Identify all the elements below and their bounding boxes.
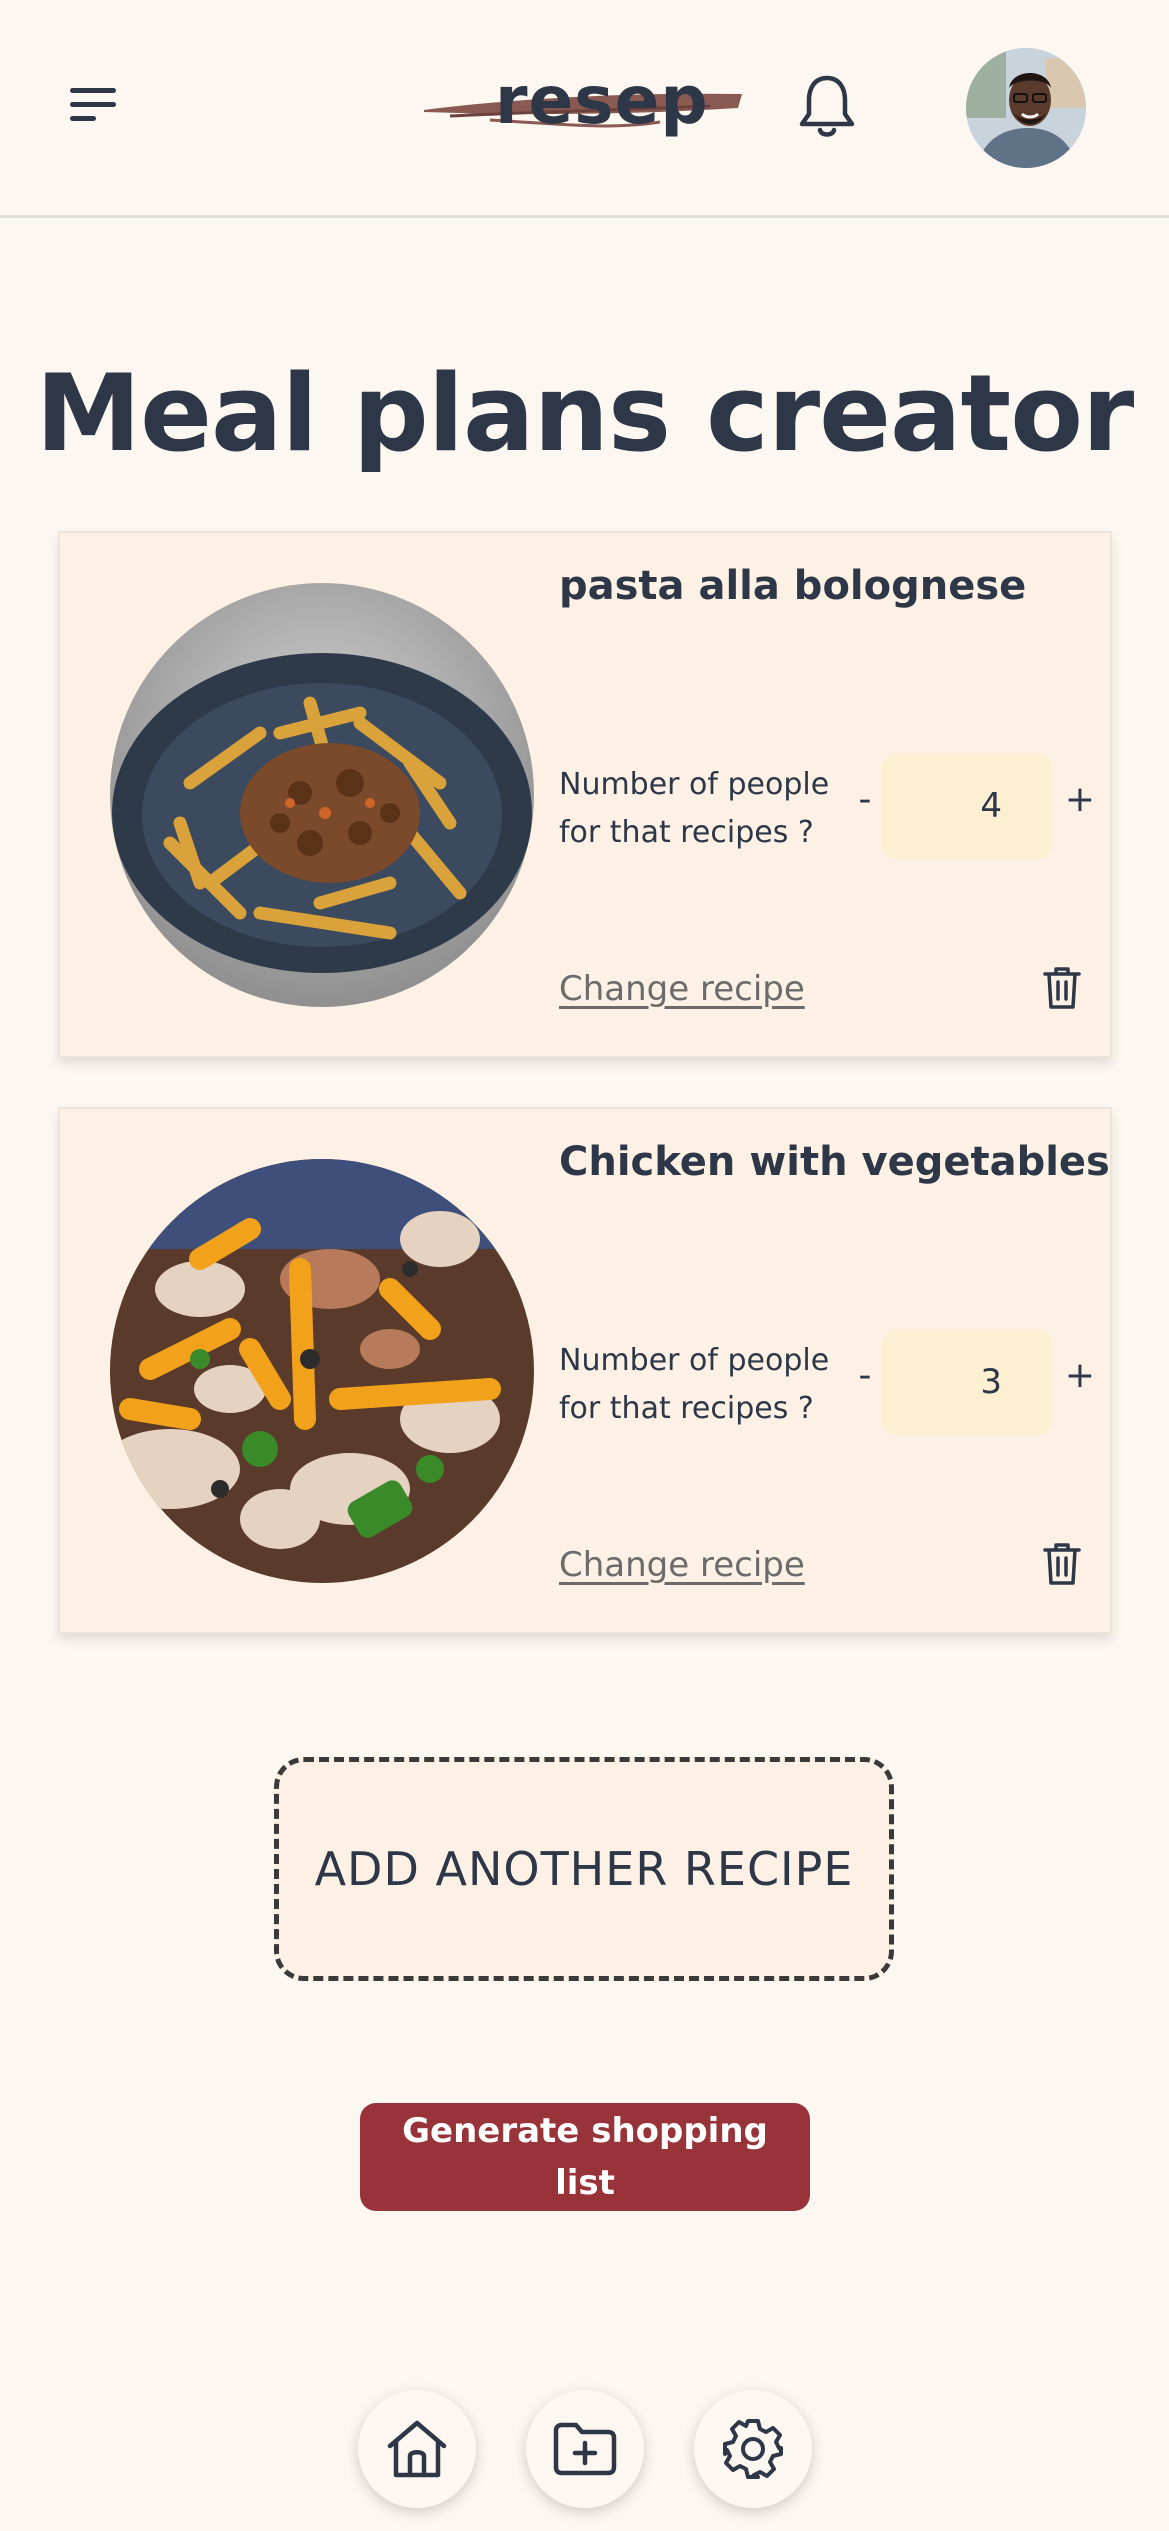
nav-settings-button[interactable] [694, 2390, 812, 2508]
menu-icon-line [70, 102, 116, 107]
change-recipe-link[interactable]: Change recipe [559, 969, 805, 1009]
generate-shopping-list-button[interactable]: Generate shopping list [360, 2103, 810, 2211]
people-count-input[interactable] [882, 1329, 1052, 1435]
home-icon [387, 2420, 447, 2478]
recipe-image [110, 583, 534, 1007]
logo-text: resep [495, 62, 709, 139]
nav-home-button[interactable] [358, 2390, 476, 2508]
notifications-button[interactable] [798, 72, 856, 140]
people-count-label: Number of people for that recipes ? [559, 1343, 830, 1426]
logo[interactable]: resep [420, 60, 750, 150]
recipe-title: pasta alla bolognese [559, 563, 1027, 609]
folder-plus-icon [553, 2422, 617, 2476]
pasta-bolognese-photo [110, 583, 534, 1007]
decrease-people-button[interactable]: - [850, 1355, 880, 1396]
recipe-card: Chicken with vegetables Number of people… [58, 1107, 1112, 1634]
people-count-label: Number of people for that recipes ? [559, 767, 830, 850]
user-avatar[interactable] [966, 48, 1086, 168]
decrease-people-button[interactable]: - [850, 779, 880, 820]
bell-icon [799, 75, 855, 137]
increase-people-button[interactable]: + [1062, 779, 1098, 820]
trash-icon [1043, 1543, 1081, 1585]
nav-add-folder-button[interactable] [526, 2390, 644, 2508]
page-title: Meal plans creator [35, 352, 1135, 475]
menu-icon-line [70, 116, 96, 121]
menu-button[interactable] [70, 88, 120, 128]
recipe-card: pasta alla bolognese Number of people fo… [58, 531, 1112, 1058]
people-count-input[interactable] [882, 753, 1052, 859]
top-header: resep [0, 0, 1169, 218]
recipe-image [110, 1159, 534, 1583]
chicken-vegetables-photo [110, 1159, 534, 1583]
trash-icon [1043, 967, 1081, 1009]
gear-icon [723, 2419, 783, 2479]
increase-people-button[interactable]: + [1062, 1355, 1098, 1396]
add-recipe-button[interactable]: ADD ANOTHER RECIPE [274, 1757, 894, 1981]
menu-icon-line [70, 88, 116, 93]
recipe-title: Chicken with vegetables [559, 1139, 1110, 1185]
change-recipe-link[interactable]: Change recipe [559, 1545, 805, 1585]
delete-recipe-button[interactable] [1042, 965, 1082, 1011]
add-recipe-label: ADD ANOTHER RECIPE [314, 1842, 854, 1896]
delete-recipe-button[interactable] [1042, 1541, 1082, 1587]
avatar-photo-icon [966, 48, 1086, 168]
